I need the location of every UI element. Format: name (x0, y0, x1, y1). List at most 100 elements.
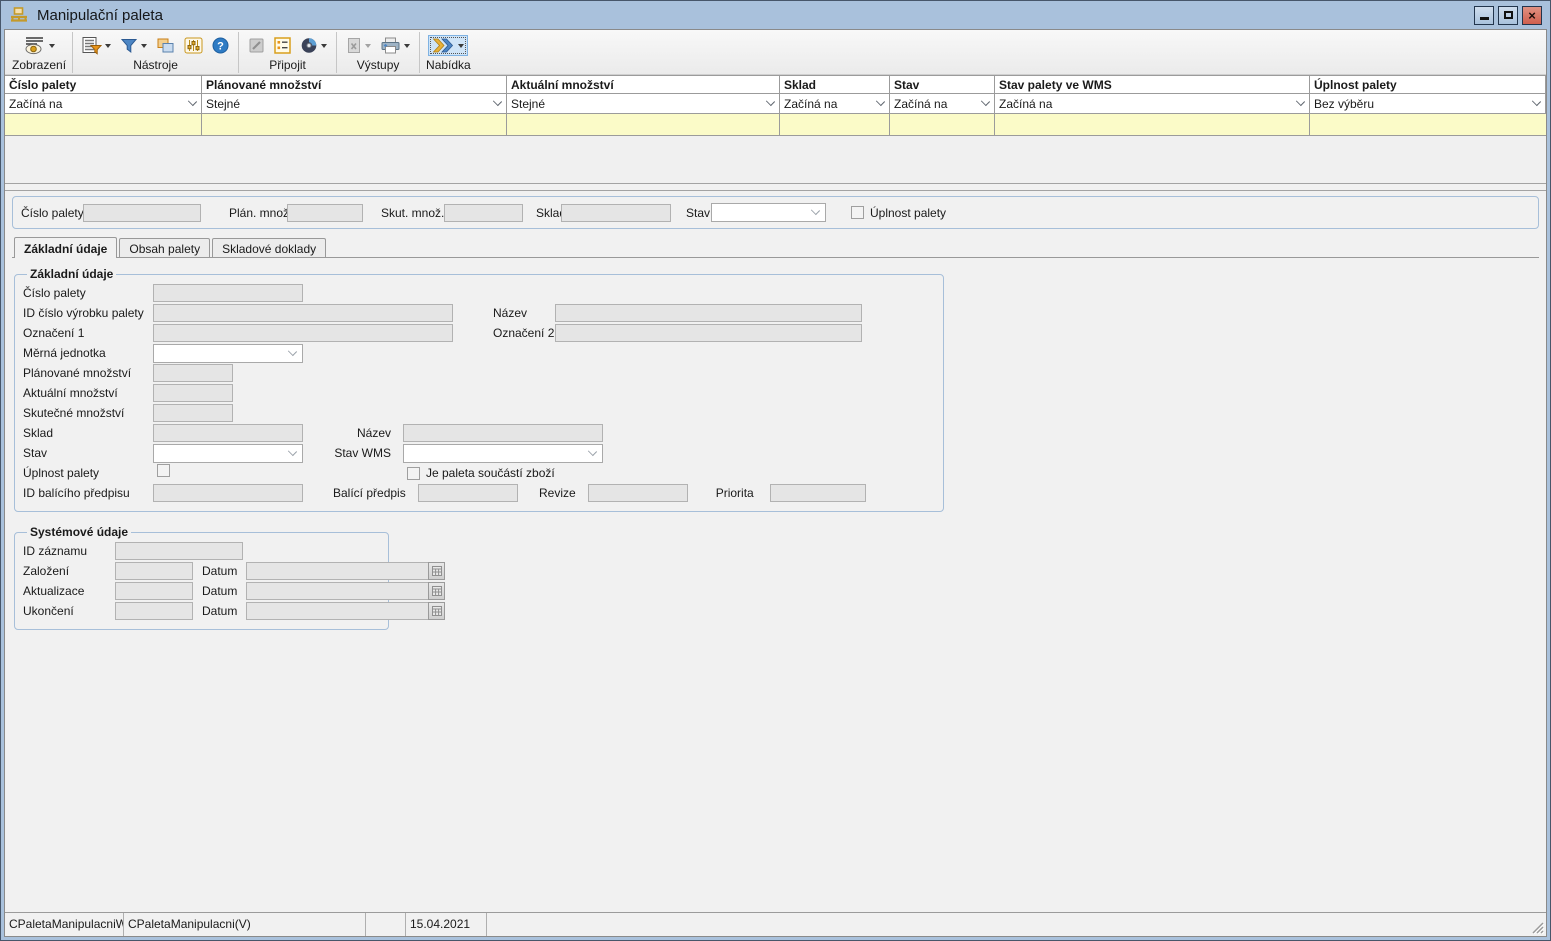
filter-operator-select[interactable]: Stejné (507, 94, 780, 113)
chevron-down-icon (288, 446, 297, 455)
chevron-down-icon (588, 446, 597, 455)
chevron-down-icon (876, 97, 885, 106)
close-button[interactable]: × (1522, 6, 1542, 25)
funnel-icon (120, 37, 138, 54)
je-paleta-soucasti-zbozi-checkbox[interactable] (407, 467, 420, 480)
field-label: Stav (686, 206, 711, 220)
cislo-palety-field (153, 284, 303, 302)
column-header[interactable]: Aktuální množství (507, 76, 780, 93)
revize-field (588, 484, 688, 502)
group-title: Systémové údaje (27, 525, 131, 539)
skut-mnoz-quick-field (444, 204, 523, 222)
toolbar-group-outputs: Výstupy (338, 31, 418, 74)
data-source-button[interactable] (297, 35, 330, 56)
menu-toggle-button[interactable] (428, 35, 468, 56)
zalozeni-user-field (115, 562, 193, 580)
maximize-button[interactable] (1498, 6, 1518, 25)
toolbar-group-tools: ? Nástroje (74, 31, 237, 74)
field-label: Plán. množ. (229, 206, 287, 220)
calendar-button[interactable] (428, 562, 445, 580)
chevron-down-icon (493, 97, 502, 106)
column-header[interactable]: Úplnost palety (1310, 76, 1546, 93)
help-icon: ? (212, 37, 229, 54)
toolbar-group-label: Připojit (245, 58, 330, 73)
oznaceni-1-field (153, 324, 453, 342)
filter-button[interactable] (117, 35, 150, 56)
stav-wms-combo[interactable] (403, 444, 603, 463)
column-header[interactable]: Stav palety ve WMS (995, 76, 1310, 93)
field-label: Priorita (688, 486, 770, 500)
pane-splitter[interactable] (5, 183, 1546, 191)
uplnost-palety-quick-checkbox[interactable] (851, 206, 864, 219)
field-label: Číslo palety (23, 286, 153, 300)
edit-note-button-disabled (245, 35, 268, 56)
filter-value-input[interactable] (995, 114, 1309, 135)
chevron-down-icon (981, 97, 990, 106)
field-label: ID balícího předpisu (23, 486, 153, 500)
stav-quick-combo[interactable] (711, 203, 826, 222)
calendar-button[interactable] (428, 602, 445, 620)
filter-operator-select[interactable]: Začíná na (5, 94, 202, 113)
toolbar-group-view: Zobrazení (7, 31, 71, 74)
close-icon: × (1528, 9, 1536, 22)
column-header[interactable]: Stav (890, 76, 995, 93)
properties-button[interactable] (181, 35, 206, 56)
status-cell-empty (487, 913, 1546, 936)
group-title: Základní údaje (27, 267, 116, 281)
filter-operator-select[interactable]: Bez výběru (1310, 94, 1546, 113)
sklad-quick-field (561, 204, 671, 222)
filter-operator-select[interactable]: Začíná na (890, 94, 995, 113)
filter-operator-select[interactable]: Začíná na (780, 94, 890, 113)
field-label: Sklad (536, 206, 561, 220)
pallet-icon (9, 7, 29, 24)
filter-value-input[interactable] (890, 114, 994, 135)
tab-zakladni-udaje[interactable]: Základní údaje (14, 237, 117, 258)
merna-jednotka-combo[interactable] (153, 344, 303, 363)
filter-value-input[interactable] (507, 114, 779, 135)
printer-icon (380, 37, 401, 54)
column-header[interactable]: Plánované množství (202, 76, 507, 93)
uplnost-palety-checkbox[interactable] (157, 464, 170, 477)
record-summary-bar: Číslo palety Plán. množ. Skut. množ. Skl… (12, 196, 1539, 229)
filter-value-input[interactable] (780, 114, 889, 135)
status-cell-date: 15.04.2021 (406, 913, 487, 936)
filter-value-input[interactable] (202, 114, 506, 135)
id-cislo-vyrobku-field (153, 304, 453, 322)
filter-value-input[interactable] (5, 114, 201, 135)
toolbar-separator (238, 32, 239, 73)
calendar-icon (432, 606, 442, 616)
view-menu-button[interactable] (20, 34, 58, 57)
help-button[interactable]: ? (209, 35, 232, 56)
double-chevron-icon (432, 38, 455, 53)
field-label: Ukončení (23, 604, 115, 618)
column-header[interactable]: Číslo palety (5, 76, 202, 93)
chevron-down-icon (1296, 97, 1305, 106)
duplicate-button[interactable] (153, 35, 178, 56)
nazev-vyrobku-field (555, 304, 862, 322)
table-filter-icon (82, 36, 102, 55)
filter-operator-select[interactable]: Stejné (202, 94, 507, 113)
ukonceni-datum-field (246, 602, 363, 620)
calendar-button[interactable] (428, 582, 445, 600)
minimize-button[interactable] (1474, 6, 1494, 25)
filter-value-input[interactable] (1310, 114, 1546, 135)
print-button[interactable] (377, 35, 413, 56)
filter-operator-select[interactable]: Začíná na (995, 94, 1310, 113)
resize-grip-icon[interactable] (1531, 921, 1544, 934)
field-label: Označení 2 (493, 326, 555, 340)
grid-results-area (5, 136, 1546, 183)
column-header[interactable]: Sklad (780, 76, 890, 93)
stav-combo[interactable] (153, 444, 303, 463)
chevron-down-icon (188, 97, 197, 106)
tab-obsah-palety[interactable]: Obsah palety (119, 238, 210, 257)
checklist-button[interactable] (271, 35, 294, 56)
tab-skladove-doklady[interactable]: Skladové doklady (212, 238, 326, 257)
table-filter-button[interactable] (79, 34, 114, 57)
field-label: Sklad (23, 426, 153, 440)
titlebar: Manipulační paleta × (4, 1, 1547, 29)
chevron-down-icon (1532, 97, 1541, 106)
field-label: Skut. množ. (381, 206, 444, 220)
calendar-icon (432, 566, 442, 576)
field-label: Revize (518, 486, 588, 500)
field-label: Datum (202, 564, 246, 578)
